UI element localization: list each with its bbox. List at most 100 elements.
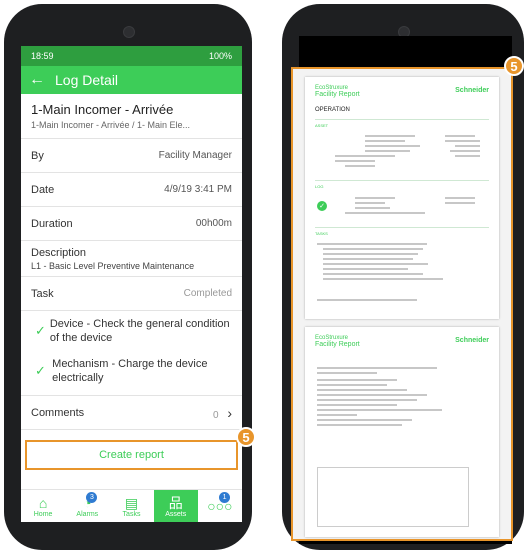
report-preview: EcoStruxure Facility Report Schneider OP…	[291, 67, 513, 541]
step-badge: 5	[504, 56, 524, 76]
description-label: Description	[31, 247, 87, 259]
duration-value: 00h00m	[195, 218, 232, 229]
text-line	[317, 379, 397, 381]
text-line	[317, 424, 402, 426]
check-circle-icon: ✓	[317, 201, 327, 211]
task-item-text: Device - Check the general condition of …	[49, 318, 230, 344]
section-log: LOG	[315, 184, 324, 189]
comments-count: 0	[212, 409, 219, 421]
chevron-right-icon[interactable]: ›	[227, 405, 232, 421]
text-line	[455, 155, 480, 157]
tab-tasks-label: Tasks	[122, 510, 141, 518]
checkmark-icon: ✓	[35, 363, 46, 378]
home-icon: ⌂	[38, 494, 48, 511]
tab-more[interactable]: ○○○ 1	[198, 490, 242, 522]
text-line	[323, 278, 443, 280]
report-section-title: OPERATION	[315, 107, 350, 113]
text-line	[317, 299, 417, 301]
bottom-tab-bar: ⌂ Home ◔ 3 Alarms ▤ Tasks 品 Assets ○○○ 1	[21, 489, 242, 522]
text-line	[317, 394, 427, 396]
text-line	[317, 409, 442, 411]
back-arrow-icon[interactable]: ←	[29, 71, 45, 89]
asset-title: 1-Main Incomer - Arrivée	[31, 102, 174, 117]
status-bar: 18:59 100%	[21, 46, 242, 66]
text-line	[450, 150, 480, 152]
asset-path: 1-Main Incomer - Arrivée / 1- Main Ele..…	[31, 120, 191, 130]
text-line	[323, 258, 413, 260]
date-label: Date	[31, 183, 55, 196]
tab-alarms[interactable]: ◔ 3 Alarms	[65, 490, 109, 522]
task-item-text: Mechanism - Charge the device electrical…	[52, 358, 208, 384]
report-brand: EcoStruxure Facility Report	[315, 85, 360, 98]
comments-count-wrap: 0 ›	[213, 405, 232, 421]
app-screen: 18:59 100% ← Log Detail 1-Main Incomer -…	[21, 46, 242, 522]
text-line	[323, 268, 408, 270]
task-item: ✓ Mechanism - Charge the device electric…	[21, 351, 242, 391]
signature-box	[317, 467, 469, 527]
text-line	[317, 367, 437, 369]
text-line	[445, 202, 475, 204]
report-brand: EcoStruxure Facility Report	[315, 335, 360, 348]
text-line	[355, 207, 390, 209]
report-title: Facility Report	[315, 341, 360, 348]
date-value: 4/9/19 3:41 PM	[164, 184, 232, 195]
text-line	[455, 145, 480, 147]
schneider-logo: Schneider	[455, 337, 489, 344]
schneider-logo: Schneider	[455, 87, 489, 94]
section-tasks: TASKS	[315, 231, 328, 236]
tab-home[interactable]: ⌂ Home	[21, 490, 65, 522]
row-description: Description L1 - Basic Level Preventive …	[21, 241, 242, 277]
by-value: Facility Manager	[158, 150, 232, 161]
section-asset: ASSET	[315, 123, 329, 128]
text-line	[323, 263, 428, 265]
divider	[315, 180, 489, 181]
task-item: ✓ Device - Check the general condition o…	[21, 311, 242, 351]
tab-assets-label: Assets	[165, 510, 187, 518]
text-line	[335, 155, 395, 157]
text-line	[323, 248, 423, 250]
text-line	[365, 135, 415, 137]
phone-right: EcoStruxure Facility Report Schneider OP…	[282, 4, 524, 550]
text-line	[365, 140, 405, 142]
page-title: Log Detail	[55, 72, 119, 88]
text-line	[445, 135, 475, 137]
task-label: Task	[31, 287, 54, 300]
text-line	[445, 140, 480, 142]
text-line	[317, 372, 377, 374]
tab-assets[interactable]: 品 Assets	[153, 490, 198, 522]
row-task: Task Completed	[21, 277, 242, 311]
row-duration: Duration 00h00m	[21, 207, 242, 241]
text-line	[317, 243, 427, 245]
text-line	[345, 165, 375, 167]
text-line	[445, 197, 475, 199]
divider	[315, 119, 489, 120]
divider	[315, 227, 489, 228]
asset-header: 1-Main Incomer - Arrivée 1-Main Incomer …	[21, 94, 242, 139]
text-line	[317, 384, 387, 386]
report-page-1: EcoStruxure Facility Report Schneider OP…	[305, 77, 499, 319]
create-report-wrap: Create report	[21, 430, 242, 470]
row-date: Date 4/9/19 3:41 PM	[21, 173, 242, 207]
tab-alarms-label: Alarms	[76, 510, 99, 518]
app-bar: ← Log Detail	[21, 66, 242, 94]
by-label: By	[31, 149, 44, 162]
task-status: Completed	[183, 288, 232, 299]
assets-icon: 品	[168, 494, 183, 511]
text-line	[317, 419, 412, 421]
tab-home-label: Home	[33, 510, 53, 518]
text-line	[355, 202, 385, 204]
task-list: ✓ Device - Check the general condition o…	[21, 311, 242, 396]
description-value: L1 - Basic Level Preventive Maintenance	[31, 261, 195, 271]
create-report-button[interactable]: Create report	[25, 440, 238, 470]
text-line	[355, 197, 395, 199]
row-by: By Facility Manager	[21, 139, 242, 173]
text-line	[345, 212, 425, 214]
row-comments[interactable]: Comments 0 ›	[21, 396, 242, 430]
step-badge: 5	[236, 427, 256, 447]
more-count-badge: 1	[219, 492, 231, 503]
text-line	[317, 404, 397, 406]
duration-label: Duration	[31, 217, 73, 230]
camera-icon	[123, 26, 135, 38]
tab-tasks[interactable]: ▤ Tasks	[109, 490, 153, 522]
text-line	[365, 145, 420, 147]
